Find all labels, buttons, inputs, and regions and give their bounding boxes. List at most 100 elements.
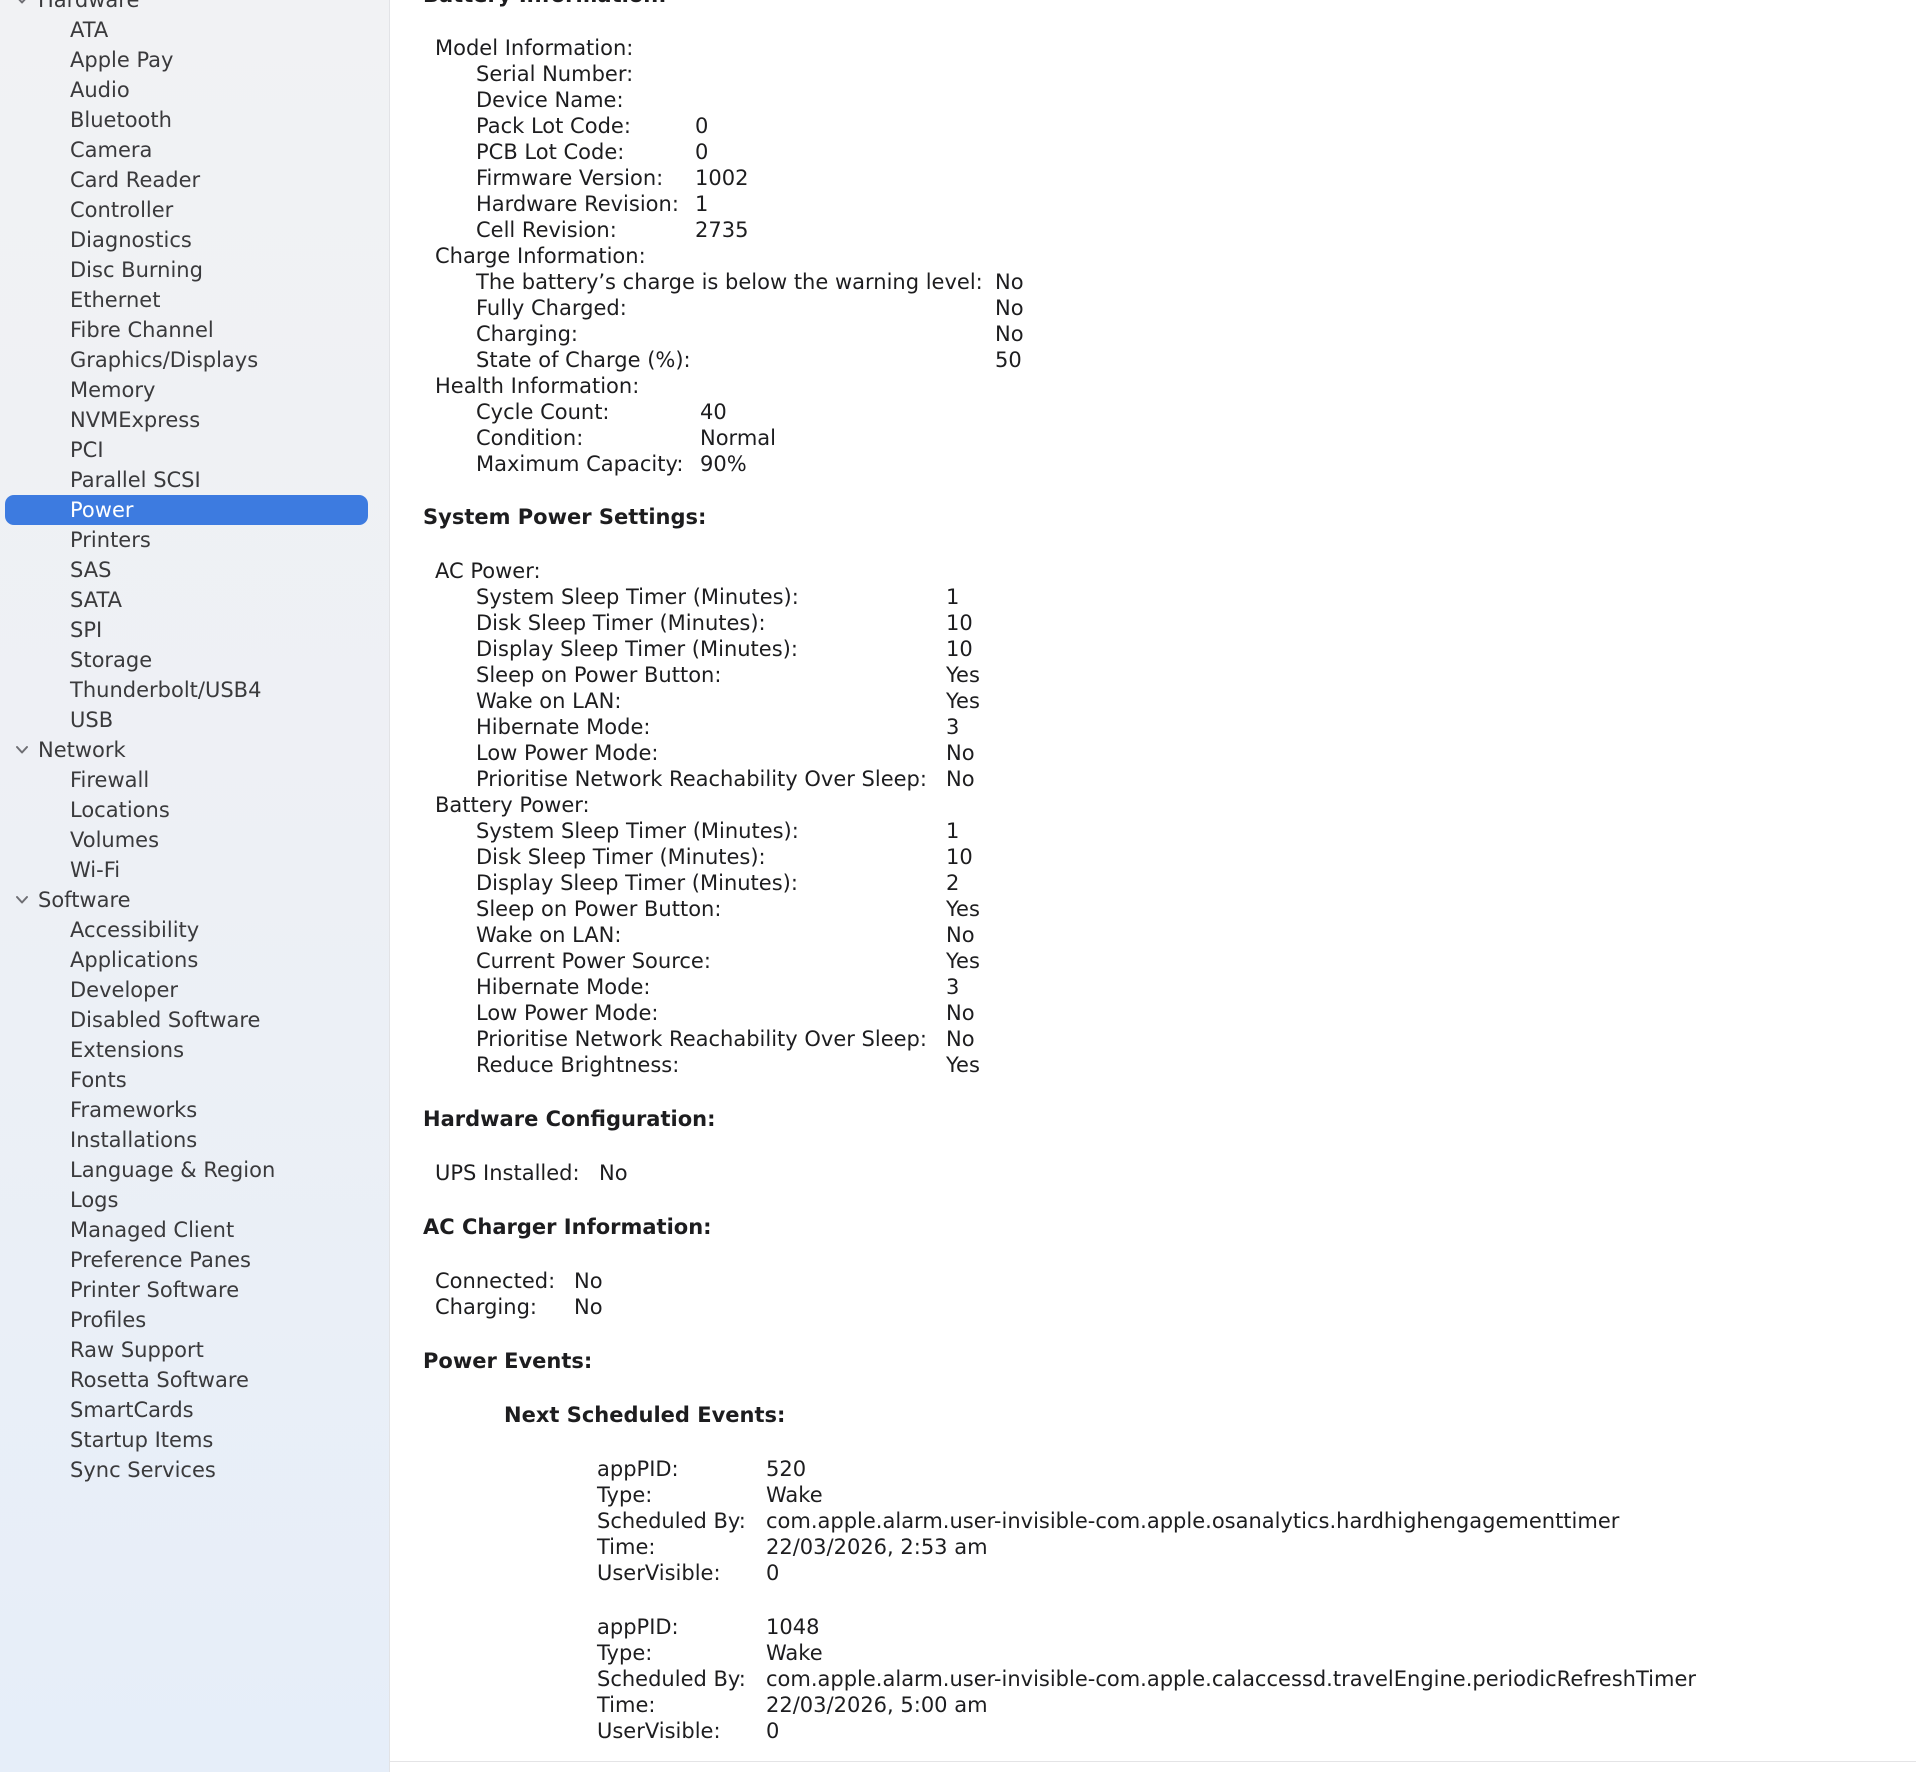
- sidebar-item-label: Installations: [70, 1128, 198, 1152]
- sidebar-item-power[interactable]: Power: [0, 495, 389, 525]
- sidebar-item-label: Graphics/Displays: [70, 348, 259, 372]
- info-row: UserVisible: 0: [390, 1718, 1916, 1744]
- sidebar-item-card-reader[interactable]: Card Reader: [0, 165, 389, 195]
- sidebar-item-sata[interactable]: SATA: [0, 585, 389, 615]
- info-row: Type: Wake: [390, 1640, 1916, 1666]
- info-row: Disk Sleep Timer (Minutes): 10: [390, 844, 1916, 870]
- info-row: State of Charge (%): 50: [390, 347, 1916, 373]
- sidebar-item-label: Controller: [70, 198, 174, 222]
- sidebar-item-label: Locations: [70, 798, 170, 822]
- sidebar-item-frameworks[interactable]: Frameworks: [0, 1095, 389, 1125]
- sidebar-item-label: Accessibility: [70, 918, 200, 942]
- sidebar-item-rosetta-software[interactable]: Rosetta Software: [0, 1365, 389, 1395]
- field-value: 22/03/2026, 5:00 am: [766, 1693, 988, 1717]
- sidebar-item-nvmexpress[interactable]: NVMExpress: [0, 405, 389, 435]
- sidebar-item-applications[interactable]: Applications: [0, 945, 389, 975]
- sidebar-item-label: Disabled Software: [70, 1008, 261, 1032]
- sidebar-item-thunderbolt-usb4[interactable]: Thunderbolt/USB4: [0, 675, 389, 705]
- chevron-down-icon[interactable]: [12, 890, 32, 910]
- sidebar-item-printers[interactable]: Printers: [0, 525, 389, 555]
- sidebar-item-smartcards[interactable]: SmartCards: [0, 1395, 389, 1425]
- sidebar-item-wi-fi[interactable]: Wi-Fi: [0, 855, 389, 885]
- info-row: Device Name:: [390, 87, 1916, 113]
- sidebar-item-language-region[interactable]: Language & Region: [0, 1155, 389, 1185]
- info-row: appPID: 520: [390, 1456, 1916, 1482]
- sidebar-item-preference-panes[interactable]: Preference Panes: [0, 1245, 389, 1275]
- sidebar-item-graphics-displays[interactable]: Graphics/Displays: [0, 345, 389, 375]
- sidebar-item-controller[interactable]: Controller: [0, 195, 389, 225]
- sidebar-item-label: Disc Burning: [70, 258, 203, 282]
- sidebar-item-label: Volumes: [70, 828, 160, 852]
- sidebar-item-fonts[interactable]: Fonts: [0, 1065, 389, 1095]
- sidebar-item-volumes[interactable]: Volumes: [0, 825, 389, 855]
- sidebar-item-ethernet[interactable]: Ethernet: [0, 285, 389, 315]
- info-row: Charging: No: [390, 321, 1916, 347]
- sidebar-item-usb[interactable]: USB: [0, 705, 389, 735]
- field-label: The battery’s charge is below the warnin…: [476, 270, 983, 294]
- sidebar-item-firewall[interactable]: Firewall: [0, 765, 389, 795]
- section-heading: AC Charger Information:: [390, 1214, 1916, 1240]
- sidebar-item-label: Memory: [70, 378, 156, 402]
- sidebar-item-label: Raw Support: [70, 1338, 204, 1362]
- sidebar-group-software[interactable]: Software: [0, 885, 389, 915]
- field-label: Fully Charged:: [476, 296, 627, 320]
- sidebar-group-network[interactable]: Network: [0, 735, 389, 765]
- sidebar-item-sync-services[interactable]: Sync Services: [0, 1455, 389, 1485]
- sidebar-item-printer-software[interactable]: Printer Software: [0, 1275, 389, 1305]
- field-value: 10: [946, 611, 973, 635]
- sidebar-item-bluetooth[interactable]: Bluetooth: [0, 105, 389, 135]
- info-row: appPID: 1048: [390, 1614, 1916, 1640]
- sidebar-item-disc-burning[interactable]: Disc Burning: [0, 255, 389, 285]
- power-detail-pane[interactable]: Battery Information: Model Information:Se…: [390, 0, 1916, 1762]
- chevron-down-icon[interactable]: [12, 740, 32, 760]
- sidebar-item-camera[interactable]: Camera: [0, 135, 389, 165]
- sidebar-item-audio[interactable]: Audio: [0, 75, 389, 105]
- sidebar-item-managed-client[interactable]: Managed Client: [0, 1215, 389, 1245]
- info-row: Scheduled By: com.apple.alarm.user-invisi…: [390, 1666, 1916, 1692]
- sidebar-item-parallel-scsi[interactable]: Parallel SCSI: [0, 465, 389, 495]
- sidebar-item-raw-support[interactable]: Raw Support: [0, 1335, 389, 1365]
- sidebar-item-locations[interactable]: Locations: [0, 795, 389, 825]
- field-value: 520: [766, 1457, 807, 1481]
- sidebar-item-ata[interactable]: ATA: [0, 15, 389, 45]
- sidebar-item-label: Profiles: [70, 1308, 147, 1332]
- sidebar-item-startup-items[interactable]: Startup Items: [0, 1425, 389, 1455]
- field-label: Battery Information:: [423, 0, 667, 8]
- sidebar-item-profiles[interactable]: Profiles: [0, 1305, 389, 1335]
- field-value: 2735: [695, 218, 749, 242]
- section-heading: Next Scheduled Events:: [390, 1402, 1916, 1428]
- sidebar-item-developer[interactable]: Developer: [0, 975, 389, 1005]
- sidebar-item-spi[interactable]: SPI: [0, 615, 389, 645]
- sidebar-item-pci[interactable]: PCI: [0, 435, 389, 465]
- subsection-label: Health Information:: [390, 373, 1916, 399]
- field-label: Sleep on Power Button:: [476, 897, 722, 921]
- info-row: Display Sleep Timer (Minutes): 10: [390, 636, 1916, 662]
- pane-divider: [390, 1761, 1916, 1762]
- sidebar[interactable]: Hardware ATA Apple Pay Audio Bluetooth Camera…: [0, 0, 390, 1772]
- sidebar-item-memory[interactable]: Memory: [0, 375, 389, 405]
- chevron-down-icon[interactable]: [12, 0, 32, 10]
- sidebar-item-label: Fonts: [70, 1068, 127, 1092]
- sidebar-item-diagnostics[interactable]: Diagnostics: [0, 225, 389, 255]
- field-value: No: [995, 296, 1024, 320]
- info-row: Disk Sleep Timer (Minutes): 10: [390, 610, 1916, 636]
- info-row: Prioritise Network Reachability Over Sle…: [390, 1026, 1916, 1052]
- sidebar-item-sas[interactable]: SAS: [0, 555, 389, 585]
- info-row: UPS Installed: No: [390, 1160, 1916, 1186]
- field-value: No: [574, 1295, 603, 1319]
- field-label: Wake on LAN:: [476, 923, 622, 947]
- field-label: Display Sleep Timer (Minutes):: [476, 871, 798, 895]
- sidebar-item-accessibility[interactable]: Accessibility: [0, 915, 389, 945]
- field-value: 1002: [695, 166, 749, 190]
- sidebar-item-fibre-channel[interactable]: Fibre Channel: [0, 315, 389, 345]
- sidebar-item-installations[interactable]: Installations: [0, 1125, 389, 1155]
- sidebar-item-storage[interactable]: Storage: [0, 645, 389, 675]
- sidebar-item-apple-pay[interactable]: Apple Pay: [0, 45, 389, 75]
- sidebar-item-disabled-software[interactable]: Disabled Software: [0, 1005, 389, 1035]
- sidebar-item-extensions[interactable]: Extensions: [0, 1035, 389, 1065]
- info-row: Cycle Count: 40: [390, 399, 1916, 425]
- field-label: Maximum Capacity:: [476, 452, 684, 476]
- sidebar-group-hardware[interactable]: Hardware: [0, 0, 389, 15]
- sidebar-item-logs[interactable]: Logs: [0, 1185, 389, 1215]
